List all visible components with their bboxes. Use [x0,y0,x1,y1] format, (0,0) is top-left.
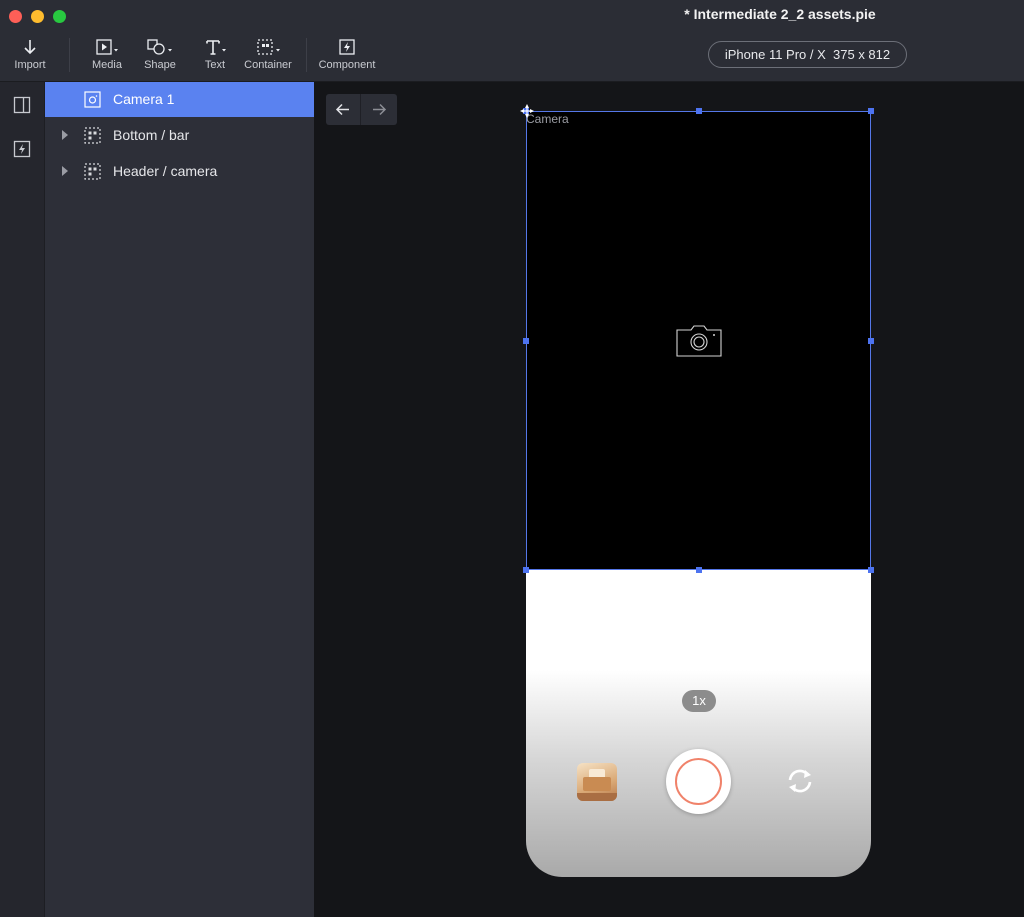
zoom-badge[interactable]: 1x [682,690,716,712]
window-close-button[interactable] [9,10,22,23]
left-rail [0,82,45,917]
history-nav [326,94,397,125]
layers-panel-icon[interactable] [13,96,32,115]
text-button[interactable]: Text [198,38,232,71]
components-panel-icon[interactable] [13,140,32,159]
media-button[interactable]: Media [88,38,126,71]
shape-icon [141,38,179,58]
forward-button[interactable] [362,94,397,125]
layer-label: Bottom / bar [113,127,190,143]
layer-label: Camera 1 [113,91,175,107]
move-cursor-icon [520,104,534,123]
text-icon [198,38,232,58]
device-selector[interactable]: iPhone 11 Pro / X 375 x 812 [708,41,907,68]
shape-button[interactable]: Shape [141,38,179,71]
shutter-ring [675,758,722,805]
play-icon [88,38,126,58]
container-label: Container [244,59,292,71]
window-minimize-button[interactable] [31,10,44,23]
resize-handle[interactable] [696,108,702,114]
container-button[interactable]: Container [243,38,293,71]
toolbar-divider [69,38,70,72]
layer-bottom-bar[interactable]: Bottom / bar [45,118,314,153]
selection-box [526,111,871,570]
camera-layer-icon [84,91,101,108]
container-icon [84,163,101,180]
resize-handle[interactable] [696,567,702,573]
expand-arrow-icon[interactable] [62,130,68,140]
text-label: Text [204,59,226,71]
media-label: Media [92,59,122,71]
toolbar-divider [306,38,307,72]
import-button[interactable]: Import [12,38,48,71]
back-button[interactable] [326,94,361,125]
layers-panel: Camera 1 Bottom / bar Header / camera [45,82,314,917]
document-title: * Intermediate 2_2 assets.pie [684,6,876,22]
container-icon [243,38,293,58]
bottom-bar[interactable] [526,570,871,877]
resize-handle[interactable] [868,108,874,114]
lightning-icon [316,38,378,58]
container-icon [84,127,101,144]
gallery-thumbnail[interactable] [577,763,617,801]
component-label: Component [318,59,376,71]
arrow-down-icon [12,38,48,58]
shape-label: Shape [144,59,176,71]
layer-camera-1[interactable]: Camera 1 [45,82,314,117]
resize-handle[interactable] [523,567,529,573]
toolbar: * Intermediate 2_2 assets.pie Import Med… [0,0,1024,82]
layer-label: Header / camera [113,163,218,179]
resize-handle[interactable] [868,567,874,573]
window-maximize-button[interactable] [53,10,66,23]
resize-handle[interactable] [523,338,529,344]
import-label: Import [14,59,46,71]
shutter-button[interactable] [666,749,731,814]
flip-camera-icon[interactable] [784,767,816,800]
app-window: * Intermediate 2_2 assets.pie Import Med… [0,0,1024,917]
expand-arrow-icon[interactable] [62,166,68,176]
layer-header-camera[interactable]: Header / camera [45,154,314,189]
component-button[interactable]: Component [316,38,378,71]
design-canvas[interactable]: Camera 1x [314,82,1024,917]
resize-handle[interactable] [868,338,874,344]
